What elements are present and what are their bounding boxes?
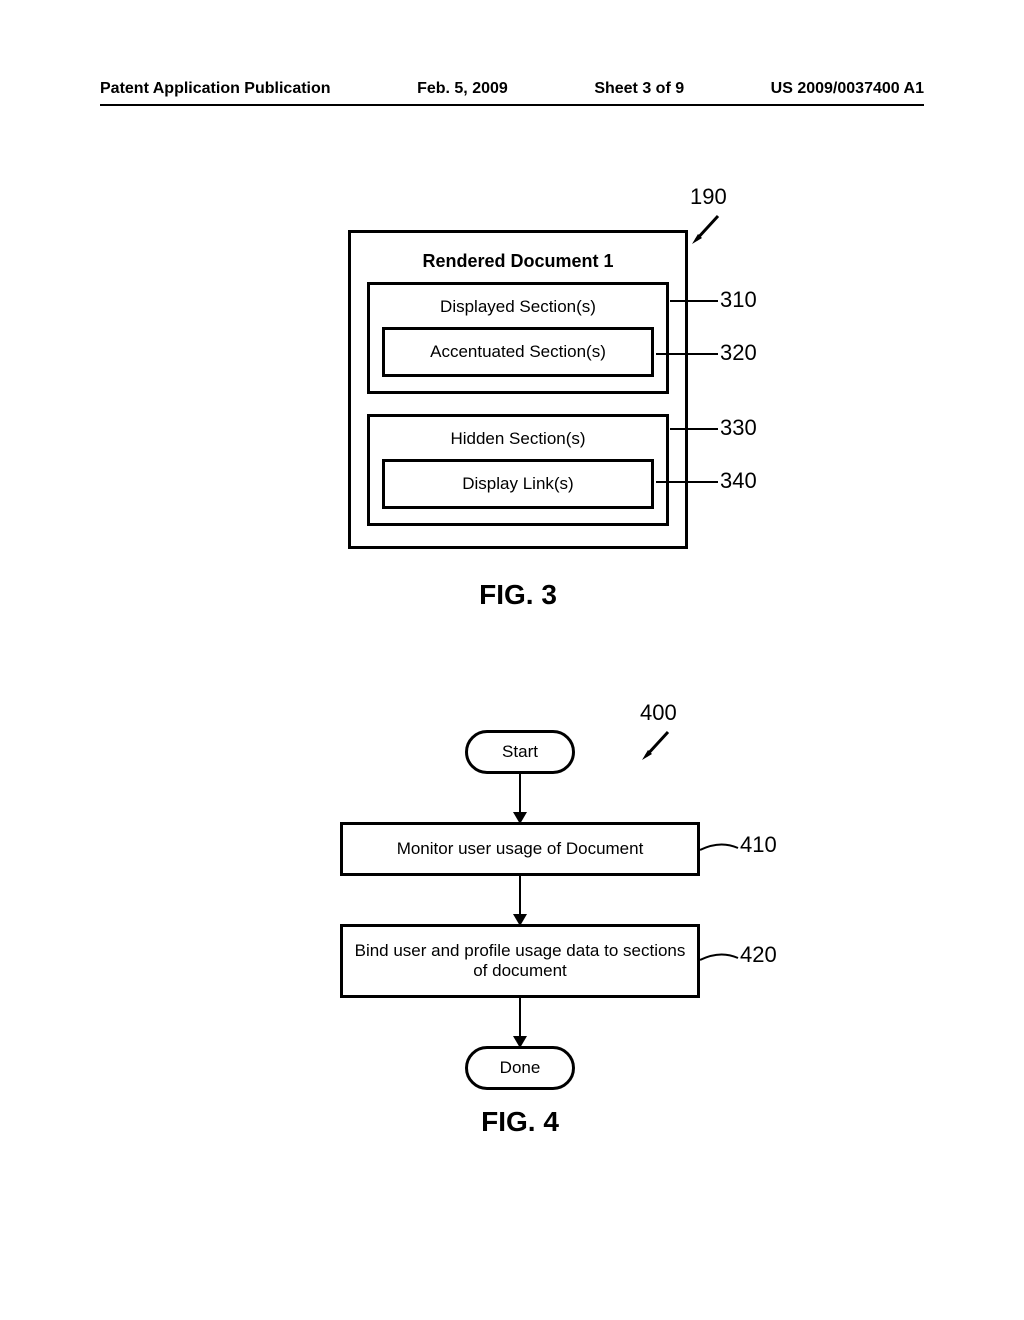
arrow-down-icon (519, 876, 521, 924)
lead-line (656, 353, 718, 355)
lead-line (700, 840, 740, 860)
rendered-document-title: Rendered Document 1 (367, 251, 669, 272)
step-monitor: Monitor user usage of Document (340, 822, 700, 876)
done-terminal: Done (465, 1046, 575, 1090)
page-header: Patent Application Publication Feb. 5, 2… (100, 80, 924, 98)
header-rule (100, 104, 924, 106)
figure-3: Rendered Document 1 Displayed Section(s)… (348, 230, 688, 611)
figure-3-caption: FIG. 3 (348, 579, 688, 611)
arrow-down-icon (519, 998, 521, 1046)
hidden-section-box: Hidden Section(s) Display Link(s) (367, 414, 669, 526)
arrow-icon (640, 722, 680, 762)
sheet-number: Sheet 3 of 9 (594, 80, 684, 98)
accentuated-section-box: Accentuated Section(s) (382, 327, 654, 377)
patent-page: Patent Application Publication Feb. 5, 2… (0, 0, 1024, 1320)
displayed-section-box: Displayed Section(s) Accentuated Section… (367, 282, 669, 394)
figure-4-caption: FIG. 4 (280, 1106, 760, 1138)
lead-line (700, 950, 740, 970)
arrow-icon (690, 206, 730, 246)
lead-line (670, 428, 718, 430)
display-link-box: Display Link(s) (382, 459, 654, 509)
flowchart: Start Monitor user usage of Document Bin… (280, 730, 760, 1090)
hidden-section-label: Hidden Section(s) (382, 429, 654, 449)
lead-line (670, 300, 718, 302)
pub-date: Feb. 5, 2009 (417, 80, 508, 98)
pub-number: US 2009/0037400 A1 (771, 80, 924, 98)
rendered-document-box: Rendered Document 1 Displayed Section(s)… (348, 230, 688, 549)
ref-310: 310 (720, 287, 757, 313)
ref-410: 410 (740, 832, 777, 858)
step-bind: Bind user and profile usage data to sect… (340, 924, 700, 998)
ref-320: 320 (720, 340, 757, 366)
arrow-down-icon (519, 774, 521, 822)
lead-line (656, 481, 718, 483)
pub-type: Patent Application Publication (100, 80, 331, 98)
displayed-section-label: Displayed Section(s) (382, 297, 654, 317)
start-terminal: Start (465, 730, 575, 774)
ref-340: 340 (720, 468, 757, 494)
ref-330: 330 (720, 415, 757, 441)
ref-420: 420 (740, 942, 777, 968)
figure-4: Start Monitor user usage of Document Bin… (280, 730, 760, 1138)
